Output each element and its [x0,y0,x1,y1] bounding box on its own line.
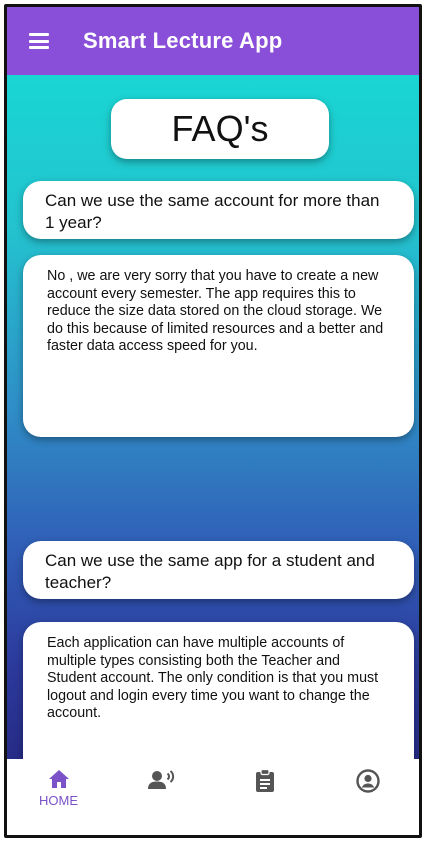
faq-content[interactable]: FAQ's Can we use the same account for mo… [7,75,419,763]
clipboard-icon [255,769,274,792]
bottom-navigation: HOME [7,759,419,835]
page-title: FAQ's [111,99,329,159]
faq-answer-2: Each application can have multiple accou… [23,622,414,763]
nav-item-account[interactable] [316,759,419,835]
home-icon [48,770,69,788]
faq-question-2[interactable]: Can we use the same app for a student an… [23,541,414,599]
app-bar: Smart Lecture App [7,7,419,75]
faq-question-1[interactable]: Can we use the same account for more tha… [23,181,414,239]
phone-frame: Smart Lecture App FAQ's Can we use the s… [4,4,422,838]
hamburger-menu-icon[interactable] [29,33,49,49]
nav-item-lectures[interactable] [110,759,213,835]
nav-item-home[interactable]: HOME [7,759,110,835]
account-icon [355,769,380,793]
lecture-speaker-icon [147,770,174,789]
nav-item-assignments[interactable] [213,759,316,835]
faq-answer-1: No , we are very sorry that you have to … [23,255,414,437]
nav-label-home: HOME [39,793,78,808]
app-title: Smart Lecture App [83,28,283,53]
